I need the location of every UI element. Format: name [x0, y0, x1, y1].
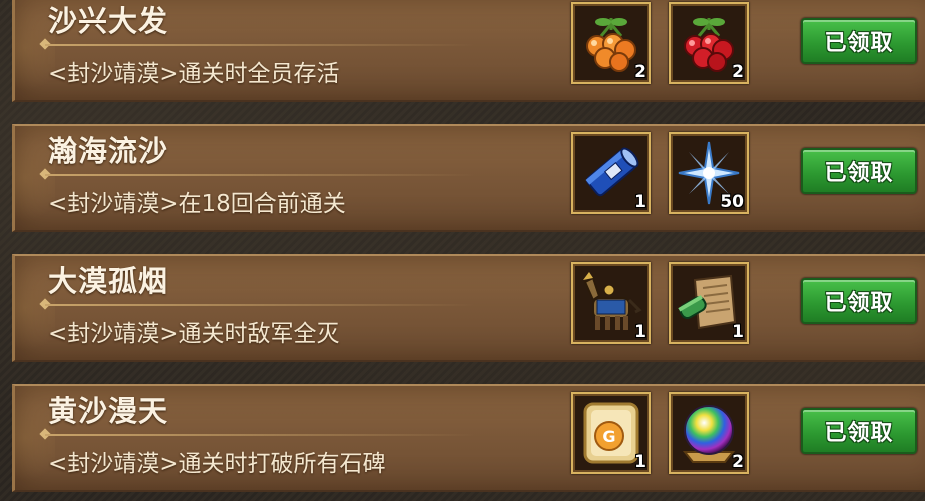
reward-slot[interactable]: 2	[669, 2, 749, 84]
task-row: 黄沙漫天 <封沙靖漠>通关时打破所有石碑 G 1 2 已领取	[12, 384, 925, 492]
divider	[45, 44, 475, 46]
reward-count: 1	[634, 192, 646, 212]
reward-slot[interactable]: 50	[669, 132, 749, 214]
reward-slot[interactable]: 2	[571, 2, 651, 84]
claimed-button[interactable]: 已领取	[801, 18, 917, 64]
svg-text:G: G	[602, 427, 615, 446]
divider	[45, 304, 475, 306]
reward-slot[interactable]: 2	[669, 392, 749, 474]
divider	[45, 434, 475, 436]
reward-count: 2	[732, 62, 744, 82]
task-row: 瀚海流沙 <封沙靖漠>在18回合前通关 1 50 已领取	[12, 124, 925, 232]
reward-count: 1	[634, 452, 646, 472]
divider	[45, 174, 475, 176]
claimed-button[interactable]: 已领取	[801, 278, 917, 324]
reward-slot[interactable]: G 1	[571, 392, 651, 474]
reward-slot[interactable]: 1	[669, 262, 749, 344]
reward-count: 50	[720, 192, 744, 212]
reward-count: 1	[634, 322, 646, 342]
task-description: <封沙靖漠>通关时全员存活	[48, 61, 340, 87]
task-description: <封沙靖漠>在18回合前通关	[48, 191, 346, 217]
task-title: 瀚海流沙	[48, 134, 169, 168]
task-description: <封沙靖漠>通关时敌军全灭	[48, 321, 340, 347]
reward-count: 2	[634, 62, 646, 82]
task-description: <封沙靖漠>通关时打破所有石碑	[48, 451, 386, 477]
reward-count: 2	[732, 452, 744, 472]
task-row: 大漠孤烟 <封沙靖漠>通关时敌军全灭 1 1 已领取	[12, 254, 925, 362]
reward-count: 1	[732, 322, 744, 342]
task-title: 大漠孤烟	[48, 264, 169, 298]
reward-slot[interactable]: 1	[571, 132, 651, 214]
task-row: 沙兴大发 <封沙靖漠>通关时全员存活 2 2 已领取	[12, 0, 925, 102]
reward-slot[interactable]: 1	[571, 262, 651, 344]
task-title: 黄沙漫天	[48, 394, 169, 428]
claimed-button[interactable]: 已领取	[801, 408, 917, 454]
task-title: 沙兴大发	[48, 4, 169, 38]
claimed-button[interactable]: 已领取	[801, 148, 917, 194]
